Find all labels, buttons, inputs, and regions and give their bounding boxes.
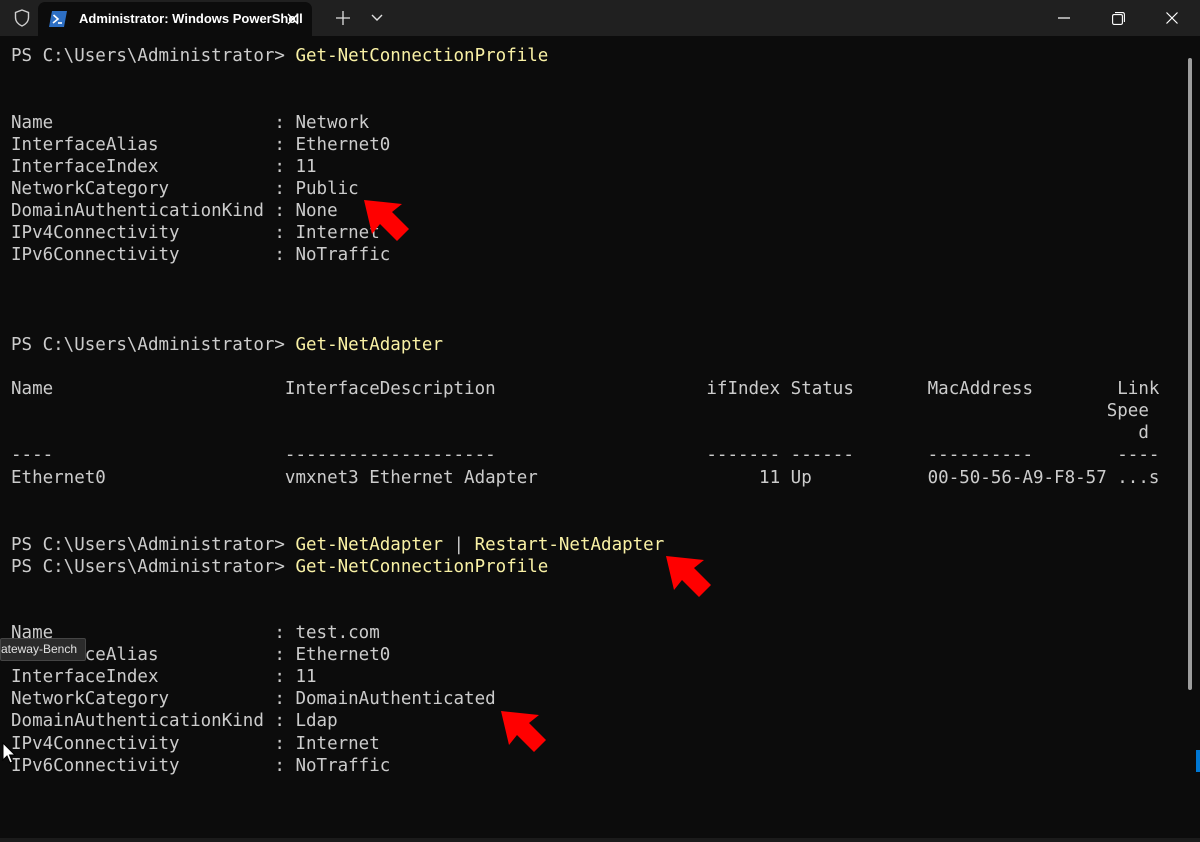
command-text: Get-NetAdapter xyxy=(295,535,443,555)
restore-icon[interactable] xyxy=(1091,0,1145,36)
prompt-line: PS C:\Users\Administrator> Get-NetConnec… xyxy=(11,556,548,578)
prompt: PS C:\Users\Administrator> xyxy=(11,46,296,66)
annotation-arrow-icon xyxy=(364,200,409,241)
command-text: Restart-NetAdapter xyxy=(474,535,665,555)
mouse-cursor-icon xyxy=(2,742,16,764)
output-line: InterfaceIndex : 11 xyxy=(11,157,317,177)
plus-icon[interactable] xyxy=(330,6,356,30)
chevron-down-icon[interactable] xyxy=(365,6,389,30)
command-text: Get-NetAdapter xyxy=(295,335,443,355)
prompt-line: PS C:\Users\Administrator> Get-NetAdapte… xyxy=(11,534,664,556)
command-text: Get-NetConnectionProfile xyxy=(295,46,549,66)
close-icon[interactable] xyxy=(1145,0,1199,36)
table-header: Name InterfaceDescription ifIndex Status… xyxy=(11,379,1160,399)
table-separator: ---- -------------------- ------- ------… xyxy=(11,445,1160,465)
window-bottom-border xyxy=(0,838,1200,842)
powershell-icon xyxy=(49,11,67,27)
prompt: PS C:\Users\Administrator> xyxy=(11,335,296,355)
tab-powershell[interactable]: Administrator: Windows PowerShell xyxy=(38,2,312,36)
minimize-icon[interactable] xyxy=(1037,0,1091,36)
annotation-arrow-icon xyxy=(666,556,711,597)
output-line: NetworkCategory : Public xyxy=(11,179,359,199)
output-line: DomainAuthenticationKind : Ldap xyxy=(11,711,338,731)
prompt-line: PS C:\Users\Administrator> Get-NetConnec… xyxy=(11,45,548,67)
scrollbar-thumb[interactable] xyxy=(1188,58,1192,690)
output-line: InterfaceIndex : 11 xyxy=(11,667,317,687)
command-text: Get-NetConnectionProfile xyxy=(295,557,549,577)
output-line: InterfaceAlias : Ethernet0 xyxy=(11,135,391,155)
output-line: Name : Network xyxy=(11,113,370,133)
table-row: Ethernet0 vmxnet3 Ethernet Adapter 11 Up… xyxy=(11,468,1160,488)
close-icon[interactable] xyxy=(282,8,304,30)
shield-icon[interactable] xyxy=(8,6,36,30)
title-bar: Administrator: Windows PowerShell xyxy=(0,0,1200,36)
tab-title: Administrator: Windows PowerShell xyxy=(79,11,303,26)
output-line: NetworkCategory : DomainAuthenticated xyxy=(11,689,496,709)
tooltip: Gateway-Bench xyxy=(0,638,86,661)
output-line: IPv6Connectivity : NoTraffic xyxy=(11,245,391,265)
output-line: IPv4Connectivity : Internet xyxy=(11,734,380,754)
output-line: IPv4Connectivity : Internet xyxy=(11,223,380,243)
annotation-arrow-icon xyxy=(501,711,546,752)
pipe-operator: | xyxy=(443,535,475,555)
side-accent xyxy=(1196,750,1200,772)
output-line: DomainAuthenticationKind : None xyxy=(11,201,338,221)
prompt: PS C:\Users\Administrator> xyxy=(11,557,296,577)
prompt: PS C:\Users\Administrator> xyxy=(11,535,296,555)
output-line: IPv6Connectivity : NoTraffic xyxy=(11,756,391,776)
table-header: d xyxy=(11,423,1149,443)
table-header: Spee xyxy=(11,401,1149,421)
prompt-line: PS C:\Users\Administrator> Get-NetAdapte… xyxy=(11,334,443,356)
tooltip-text: Gateway-Bench xyxy=(0,642,77,656)
